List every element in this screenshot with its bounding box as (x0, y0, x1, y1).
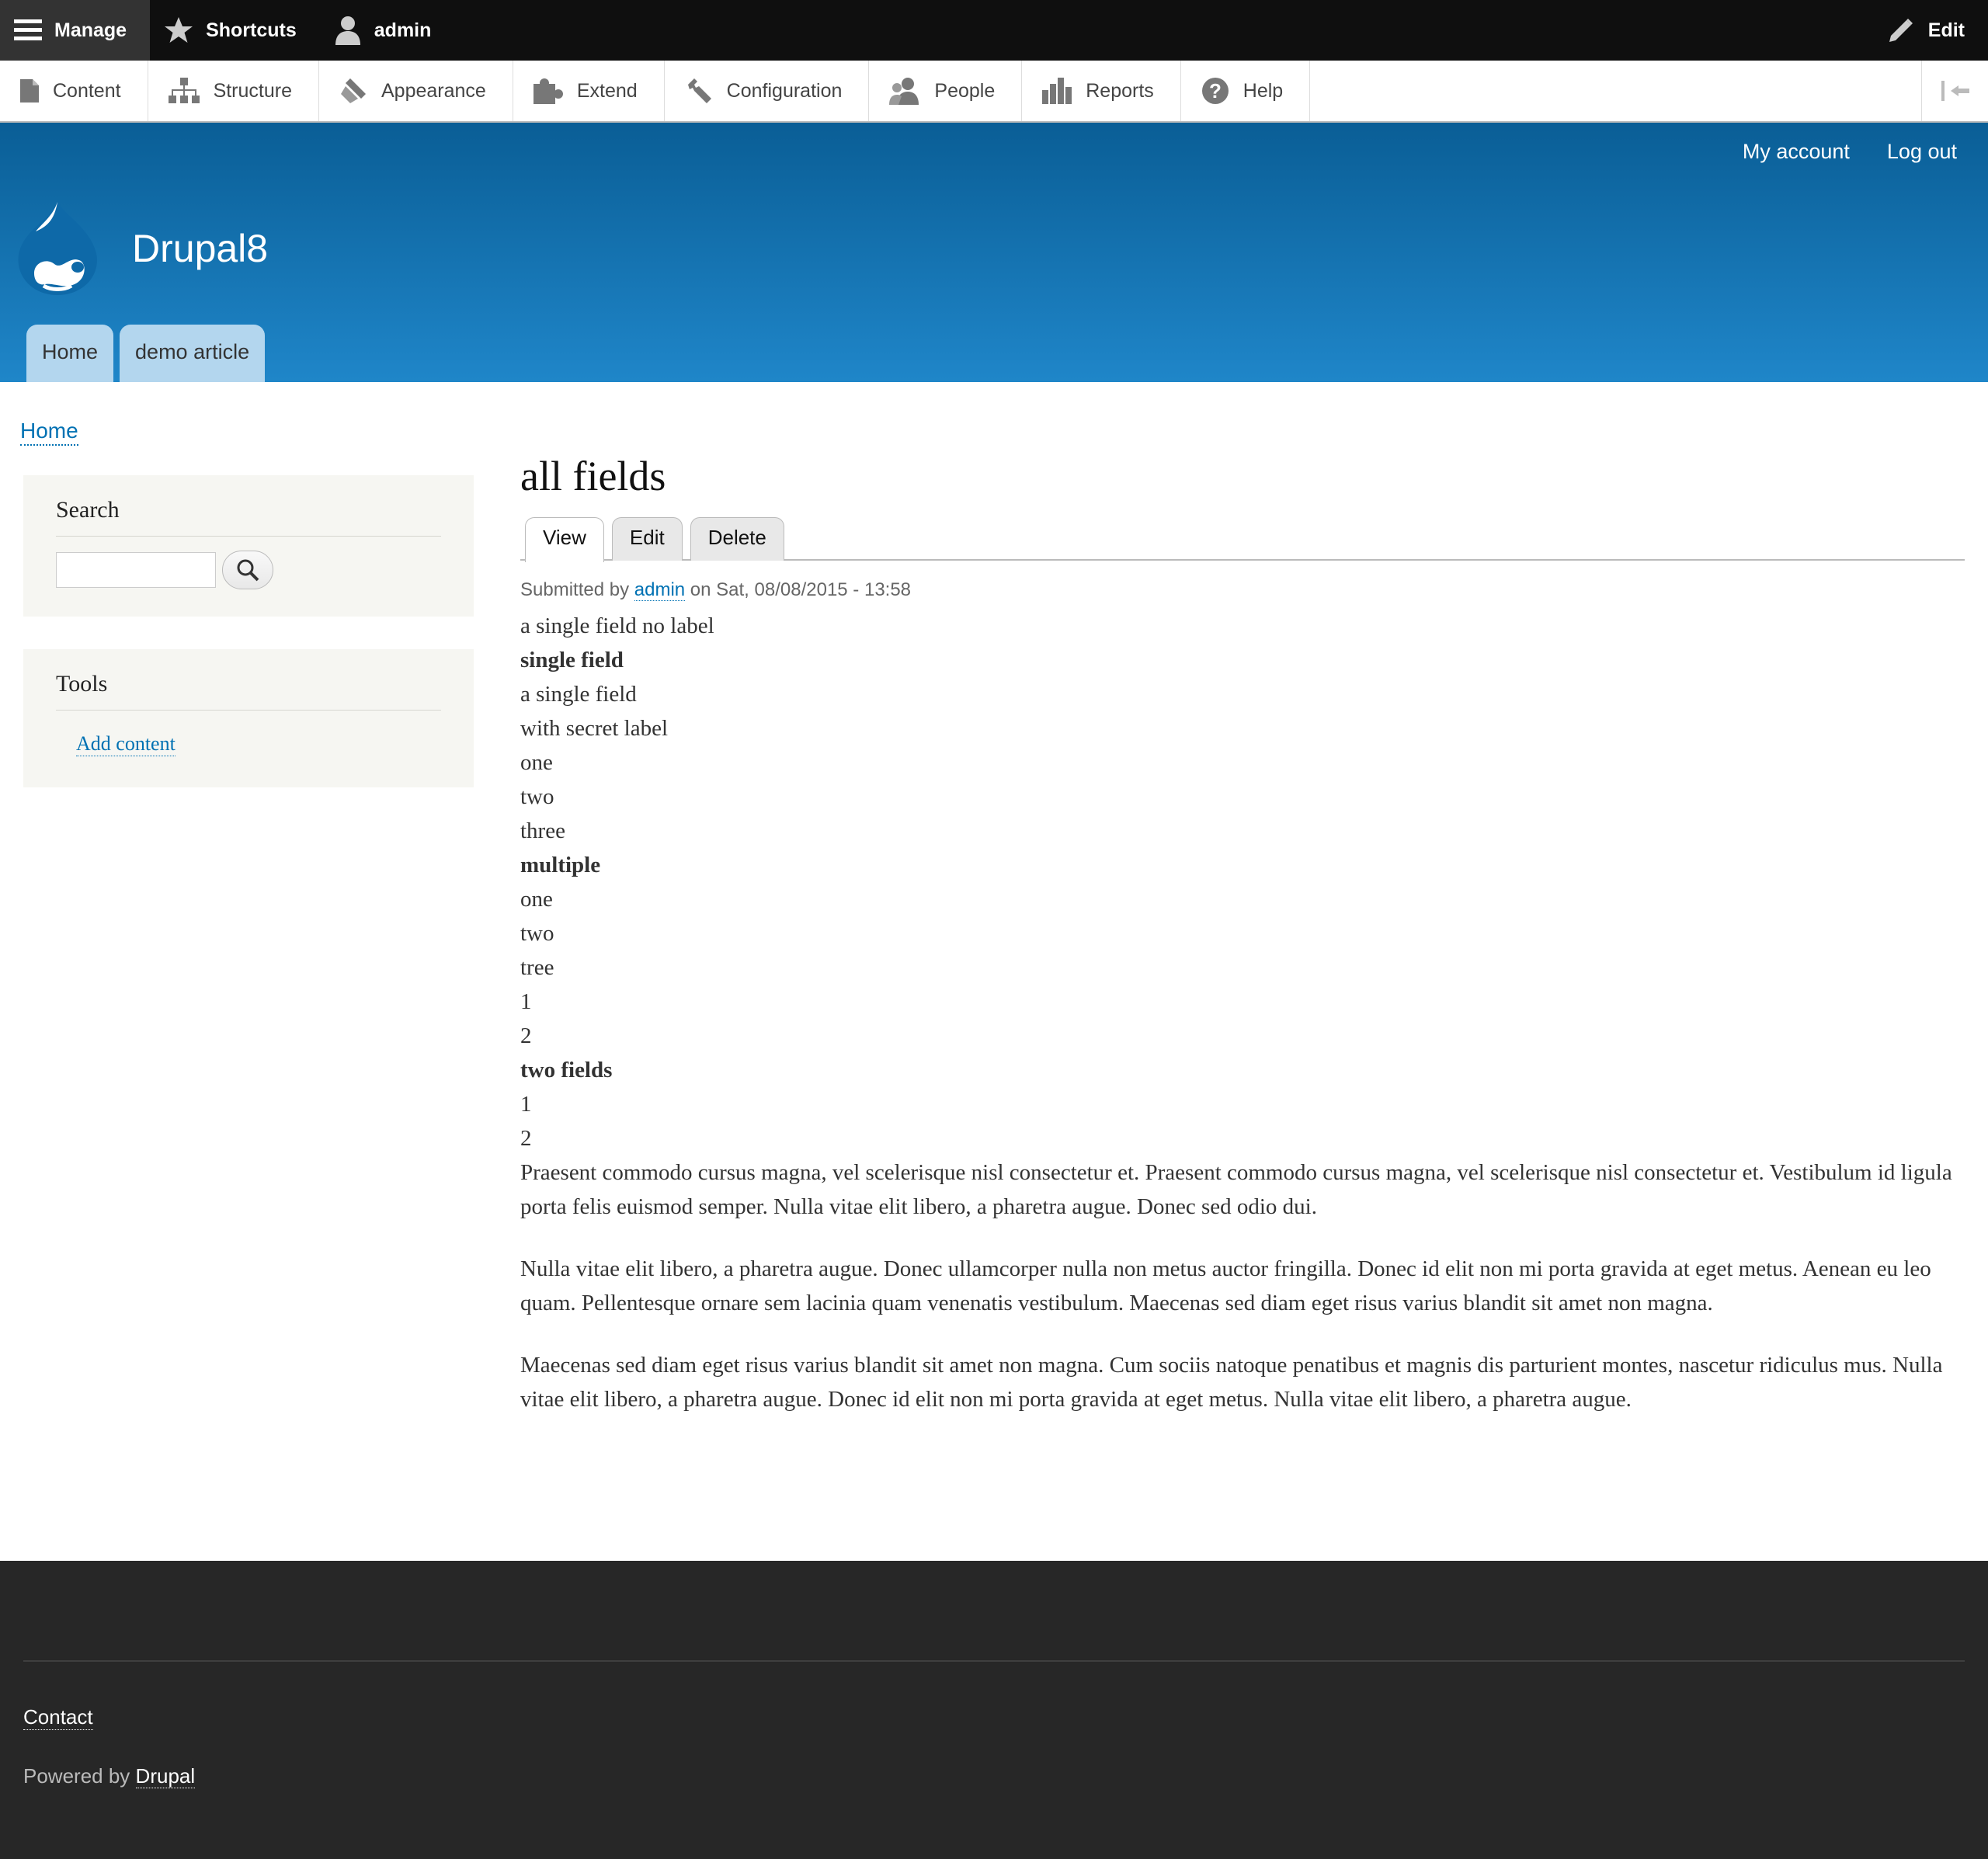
field-value: three (520, 818, 565, 843)
main-menu-home[interactable]: Home (26, 325, 114, 382)
hamburger-icon (14, 19, 42, 40)
author-link[interactable]: admin (634, 579, 686, 601)
page-title: all fields (520, 453, 666, 499)
puzzle-icon (533, 78, 563, 104)
field-label: single field (520, 648, 624, 672)
body-paragraph: Maecenas sed diam eget risus varius blan… (520, 1353, 1943, 1412)
main-menu-demo-article[interactable]: demo article (120, 325, 266, 382)
toolbar-edit-label: Edit (1927, 19, 1965, 41)
submitted-prefix: Submitted by (520, 579, 630, 600)
field-label: multiple (520, 853, 601, 877)
field-value: a single field (520, 682, 637, 707)
tray-item-reports[interactable]: Reports (1022, 61, 1181, 121)
search-icon (237, 559, 259, 582)
contact-link[interactable]: Contact (23, 1705, 93, 1730)
field-value: 2 (520, 1126, 532, 1151)
toolbar-user[interactable]: admin (320, 0, 455, 61)
tray-item-label: Configuration (726, 79, 843, 102)
tab-edit[interactable]: Edit (611, 517, 683, 561)
field-value: one (520, 750, 553, 775)
tray-item-label: Extend (576, 79, 638, 102)
tray-item-configuration[interactable]: Configuration (665, 61, 870, 121)
field-value: 2 (520, 1023, 532, 1048)
field-value: two (520, 784, 554, 809)
site-branding: Drupal8 (12, 199, 268, 298)
people-icon (889, 78, 919, 105)
submitted-info: Submitted by admin on Sat, 08/08/2015 - … (520, 579, 1965, 601)
svg-text:?: ? (1209, 79, 1222, 103)
powered-by-prefix: Powered by (23, 1764, 130, 1788)
powered-by: Powered by Drupal (23, 1764, 196, 1788)
admin-toolbar: Manage Shortcuts admin Edit (0, 0, 1988, 61)
field-value: two (520, 921, 554, 946)
secondary-menu: My account Log out (1743, 140, 1957, 164)
bar-chart-icon (1042, 78, 1072, 104)
toolbar-tray: Content Structure Appearance Extend Conf… (0, 61, 1988, 123)
tray-item-label: Reports (1086, 79, 1154, 102)
user-icon (335, 16, 360, 45)
main-menu: Home demo article (26, 325, 266, 382)
toolbar-manage-label: Manage (54, 19, 127, 41)
tray-item-content[interactable]: Content (0, 61, 148, 121)
toolbar-edit-button[interactable]: Edit (1888, 17, 1988, 43)
field-value: tree (520, 955, 554, 980)
breadcrumb-home[interactable]: Home (20, 418, 78, 446)
tray-item-extend[interactable]: Extend (513, 61, 665, 121)
field-value: with secret label (520, 716, 669, 741)
toolbar-user-label: admin (374, 19, 432, 41)
search-button[interactable] (222, 551, 273, 589)
node-fields: a single field no label single field a s… (520, 609, 1965, 1416)
site-footer: Contact Powered by Drupal (0, 1561, 1988, 1859)
tray-item-help[interactable]: ? Help (1181, 61, 1311, 121)
log-out-link[interactable]: Log out (1887, 140, 1957, 164)
field-label: two fields (520, 1058, 613, 1082)
toolbar-shortcuts[interactable]: Shortcuts (150, 0, 320, 61)
drupal-link[interactable]: Drupal (135, 1764, 196, 1788)
my-account-link[interactable]: My account (1743, 140, 1850, 164)
toolbar-manage[interactable]: Manage (0, 0, 151, 61)
field-value: 1 (520, 989, 532, 1014)
field-value: one (520, 887, 553, 912)
search-block-title: Search (56, 497, 441, 537)
local-tasks: View Edit Delete (520, 517, 1965, 562)
main-content: all fields View Edit Delete Submitted by… (520, 452, 1965, 1444)
tray-item-appearance[interactable]: Appearance (319, 61, 513, 121)
site-name[interactable]: Drupal8 (132, 226, 268, 271)
add-content-link[interactable]: Add content (76, 732, 176, 756)
tray-item-label: People (934, 79, 996, 102)
tray-item-label: Appearance (381, 79, 486, 102)
body-paragraph: Praesent commodo cursus magna, vel scele… (520, 1160, 1952, 1219)
drupal-logo[interactable] (12, 199, 103, 298)
star-icon (165, 17, 193, 43)
toolbar-shortcuts-label: Shortcuts (206, 19, 297, 41)
tab-delete[interactable]: Delete (690, 517, 784, 561)
search-input[interactable] (56, 552, 216, 588)
tray-orientation-toggle[interactable] (1921, 61, 1988, 121)
tray-item-label: Help (1242, 79, 1284, 102)
toolbar-left: Manage Shortcuts admin (0, 0, 454, 61)
search-block: Search (23, 475, 474, 617)
tray-item-label: Content (53, 79, 121, 102)
content-region: Home Search Tools Add content all fields… (0, 382, 1988, 1555)
site-header: My account Log out Drupal8 Home demo art… (0, 123, 1988, 382)
collapse-arrow-icon (1941, 81, 1969, 101)
tray-item-people[interactable]: People (869, 61, 1023, 121)
submitted-date: on Sat, 08/08/2015 - 13:58 (690, 579, 912, 600)
footer-divider (23, 1660, 1965, 1662)
help-icon: ? (1201, 78, 1229, 104)
tools-block: Tools Add content (23, 649, 474, 787)
tray-item-label: Structure (213, 79, 292, 102)
body-paragraph: Nulla vitae elit libero, a pharetra augu… (520, 1256, 1931, 1315)
tray-item-structure[interactable]: Structure (148, 61, 319, 121)
document-icon (20, 79, 39, 103)
field-value: a single field no label (520, 613, 714, 638)
search-form (56, 551, 441, 589)
pencil-icon (1889, 19, 1913, 42)
wrench-icon (687, 78, 711, 103)
sitemap-icon (168, 78, 200, 103)
tab-view[interactable]: View (525, 517, 604, 562)
tools-block-title: Tools (56, 671, 441, 711)
paintbrush-icon (341, 78, 366, 103)
field-value: 1 (520, 1092, 532, 1117)
